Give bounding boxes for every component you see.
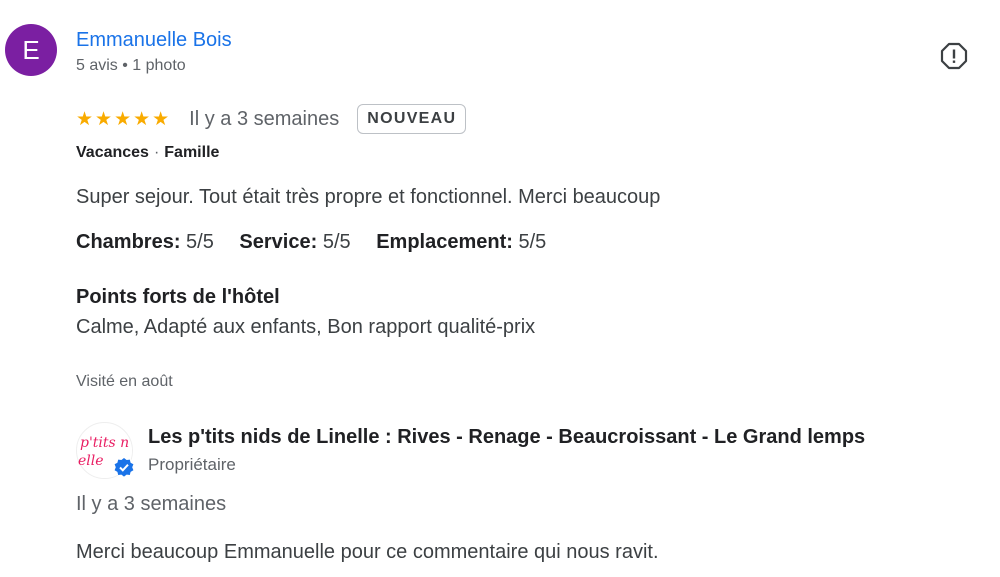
trip-info: Vacances · Famille — [76, 144, 219, 162]
reviewer-name-link[interactable]: Emmanuelle Bois — [76, 29, 232, 52]
owner-name: Les p'tits nids de Linelle : Rives - Ren… — [148, 426, 866, 448]
new-badge: NOUVEAU — [357, 104, 467, 134]
review-text: Super sejour. Tout était très propre et … — [76, 186, 661, 208]
category-ratings: Chambres: 5/5 Service: 5/5 Emplacement: … — [76, 231, 566, 254]
reviewer-avatar[interactable]: E — [5, 24, 57, 76]
svg-text:elle: elle — [78, 453, 104, 469]
rating-item-rooms: Chambres: 5/5 — [76, 231, 214, 253]
owner-role: Propriétaire — [148, 455, 236, 474]
rating-row: ★★★★★ Il y a 3 semaines NOUVEAU — [76, 101, 467, 137]
reply-text: Merci beaucoup Emmanuelle pour ce commen… — [76, 541, 659, 563]
reviewer-meta: 5 avis • 1 photo — [76, 57, 186, 74]
owner-logo[interactable]: p'tits n elle — [76, 422, 134, 479]
review-time: Il y a 3 semaines — [189, 107, 340, 130]
trip-type: Vacances — [76, 144, 149, 161]
report-icon — [940, 42, 968, 70]
highlights-title: Points forts de l'hôtel — [76, 286, 280, 308]
avatar-initial: E — [22, 34, 40, 65]
star-rating: ★★★★★ — [76, 108, 172, 130]
owner-logo-image: p'tits n elle — [78, 424, 134, 478]
visited-date: Visité en août — [76, 373, 173, 390]
highlights-text: Calme, Adapté aux enfants, Bon rapport q… — [76, 316, 536, 338]
rating-item-service: Service: 5/5 — [239, 231, 351, 253]
svg-text:p'tits n: p'tits n — [80, 435, 129, 451]
rating-item-location: Emplacement: 5/5 — [376, 231, 547, 253]
separator-dot: · — [153, 144, 160, 161]
reply-time: Il y a 3 semaines — [76, 493, 227, 515]
trip-group: Famille — [164, 144, 220, 161]
report-review-button[interactable] — [940, 42, 968, 70]
